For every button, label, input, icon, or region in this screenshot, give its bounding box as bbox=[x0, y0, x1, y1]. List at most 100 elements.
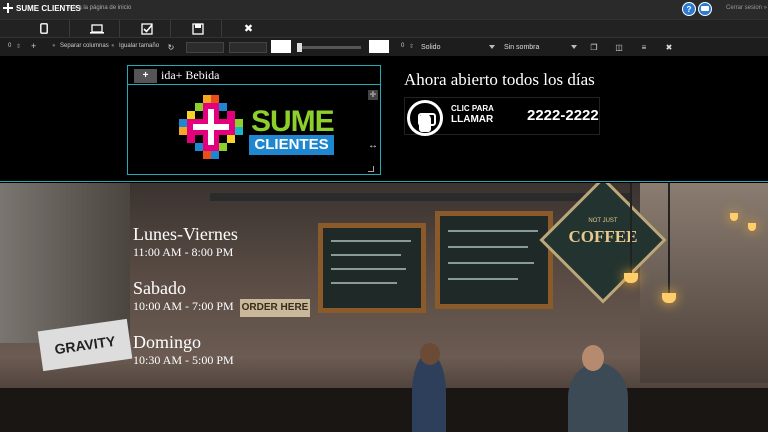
background-color-swatch[interactable] bbox=[271, 40, 291, 53]
device-toolbar: ✖ bbox=[0, 19, 768, 37]
chalk-line bbox=[331, 282, 397, 284]
call-label-line2: LLAMAR bbox=[451, 114, 494, 125]
height-input[interactable] bbox=[229, 42, 267, 53]
move-icon[interactable]: ✛ bbox=[368, 90, 378, 100]
equal-size-dot-icon: ● bbox=[111, 43, 115, 49]
top-app-bar: SUME CLIENTES « Ir a la página de inicio… bbox=[0, 0, 768, 19]
help-button[interactable]: ? bbox=[682, 2, 696, 16]
brand-clientes-text: CLIENTES bbox=[249, 135, 334, 155]
open-every-day-heading[interactable]: Ahora abierto todos los días bbox=[404, 70, 595, 90]
resize-corner-icon[interactable] bbox=[368, 166, 374, 172]
pointer-hand-icon bbox=[419, 114, 431, 132]
add-column-button[interactable]: + bbox=[31, 41, 36, 51]
logo-content-block[interactable]: ida+ Bebida + ✛ ↔ SUME CLIENTES bbox=[127, 65, 381, 175]
coffee-sign-small-text: NOT JUST bbox=[588, 218, 618, 224]
chat-icon bbox=[699, 3, 711, 15]
ceiling-spotlight bbox=[730, 213, 738, 221]
hours-time: 10:00 AM - 7:00 PM bbox=[133, 299, 234, 313]
call-label: CLIC PARA LLAMAR bbox=[451, 103, 511, 125]
property-toolbar: 0 ⇕ + ● Separar columnas ● Igualar tamañ… bbox=[0, 37, 768, 56]
menu-icon[interactable]: ≡ bbox=[638, 41, 650, 53]
laptop-icon bbox=[89, 23, 104, 34]
help-icon: ? bbox=[683, 3, 695, 15]
back-to-home-link[interactable]: « Ir a la página de inicio bbox=[68, 5, 131, 11]
border-style-value: Solido bbox=[421, 44, 441, 51]
pendant-cord bbox=[630, 183, 632, 273]
refresh-icon[interactable]: ↻ bbox=[165, 41, 177, 53]
hours-day: Sabado bbox=[133, 278, 186, 298]
hours-day: Lunes-Viernes bbox=[133, 224, 238, 244]
chalk-line bbox=[331, 254, 401, 256]
hours-day: Domingo bbox=[133, 332, 202, 352]
barista-right-head bbox=[582, 345, 604, 371]
close-icon: ✖ bbox=[243, 23, 254, 35]
block-add-button[interactable]: + bbox=[134, 69, 157, 83]
opacity-slider[interactable] bbox=[297, 43, 361, 52]
hours-time: 10:30 AM - 5:00 PM bbox=[133, 353, 234, 367]
back-wall bbox=[640, 183, 768, 383]
border-stepper-icon[interactable]: ⇕ bbox=[409, 43, 414, 50]
copy-icon[interactable]: ❐ bbox=[588, 41, 600, 53]
chat-button[interactable] bbox=[698, 2, 712, 16]
columns-layout-icon[interactable]: ◫ bbox=[613, 41, 625, 53]
ceiling-beam bbox=[210, 193, 630, 201]
chevron-down-icon bbox=[571, 45, 577, 49]
chevron-down-icon bbox=[489, 45, 495, 49]
barista-left-head bbox=[420, 343, 440, 365]
hours-time: 11:00 AM - 8:00 PM bbox=[133, 245, 234, 259]
border-color-swatch[interactable] bbox=[369, 40, 389, 53]
pendant-lamp bbox=[624, 273, 638, 283]
click-to-call-button[interactable]: CLIC PARA LLAMAR 2222-2222 bbox=[404, 97, 600, 136]
menu-chalkboard-right bbox=[435, 211, 553, 309]
window-light bbox=[0, 183, 130, 343]
split-columns-dot-icon: ● bbox=[52, 43, 56, 49]
hero-section[interactable]: NOT JUST COFFEE GRAVITY ORDER HERE Lunes… bbox=[0, 183, 768, 432]
opening-hours[interactable]: Lunes-Viernes 11:00 AM - 8:00 PM Sabado … bbox=[133, 223, 238, 385]
chalk-line bbox=[448, 230, 538, 232]
chalk-line bbox=[331, 268, 406, 270]
order-here-sign: ORDER HERE bbox=[240, 299, 310, 317]
border-width-value[interactable]: 0 bbox=[401, 43, 404, 49]
desktop-view-button[interactable] bbox=[69, 20, 123, 37]
chalk-line bbox=[448, 262, 534, 264]
checkbox-icon bbox=[140, 22, 153, 35]
save-icon bbox=[191, 22, 204, 35]
shadow-select[interactable]: Sin sombra bbox=[504, 42, 577, 53]
brand-pixel-cross-icon bbox=[179, 95, 243, 159]
chalk-line bbox=[331, 240, 411, 242]
shadow-value: Sin sombra bbox=[504, 44, 540, 51]
hours-row: Lunes-Viernes 11:00 AM - 8:00 PM bbox=[133, 223, 238, 259]
plus-logo-icon bbox=[3, 3, 13, 13]
chalk-line bbox=[448, 278, 518, 280]
mobile-icon bbox=[40, 23, 48, 34]
hours-row: Domingo 10:30 AM - 5:00 PM bbox=[133, 331, 238, 367]
chalk-line bbox=[448, 246, 528, 248]
equal-size-toggle[interactable]: Igualar tamaño bbox=[119, 43, 159, 49]
hours-row: Sabado 10:00 AM - 7:00 PM bbox=[133, 277, 238, 313]
block-label[interactable]: ida+ Bebida bbox=[128, 66, 380, 85]
delete-icon[interactable]: ✖ bbox=[663, 41, 675, 53]
ceiling-spotlight bbox=[748, 223, 756, 231]
logout-link[interactable]: Cerrar sesion » bbox=[726, 5, 767, 11]
columns-value[interactable]: 0 bbox=[8, 43, 11, 49]
brand-logo-image: SUME CLIENTES bbox=[173, 91, 345, 171]
pendant-cord bbox=[668, 183, 670, 293]
checkbox-button[interactable] bbox=[119, 20, 173, 37]
stepper-icon[interactable]: ⇕ bbox=[16, 43, 21, 50]
save-button[interactable] bbox=[170, 20, 224, 37]
slider-handle[interactable] bbox=[297, 43, 302, 52]
pendant-lamp bbox=[662, 293, 676, 303]
barista-right bbox=[568, 363, 628, 432]
menu-chalkboard-left bbox=[318, 223, 426, 313]
close-button[interactable]: ✖ bbox=[221, 20, 275, 37]
mobile-view-button[interactable] bbox=[17, 20, 71, 37]
width-input[interactable] bbox=[186, 42, 224, 53]
page-header-section[interactable]: ida+ Bebida + ✛ ↔ SUME CLIENTES Ahora ab… bbox=[0, 62, 768, 182]
call-label-line1: CLIC PARA bbox=[451, 104, 494, 113]
split-columns-toggle[interactable]: Separar columnas bbox=[60, 43, 109, 49]
resize-horizontal-icon[interactable]: ↔ bbox=[368, 140, 378, 151]
border-style-select[interactable]: Solido bbox=[421, 42, 495, 53]
phone-number: 2222-2222 bbox=[527, 107, 599, 124]
brand-sume-text: SUME bbox=[251, 105, 335, 138]
coffee-sign-text: COFFEE bbox=[568, 227, 638, 246]
